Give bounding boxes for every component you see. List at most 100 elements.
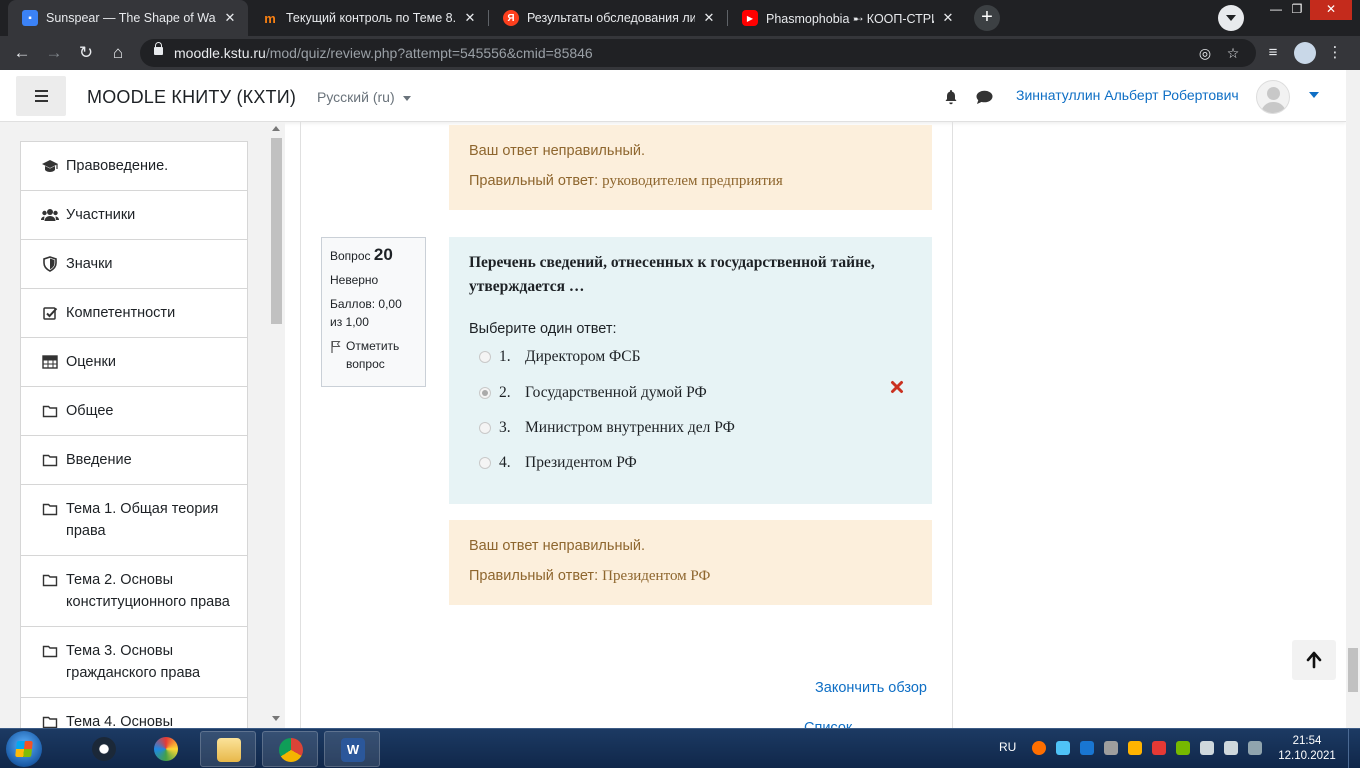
- hamburger-icon: [35, 90, 48, 92]
- address-bar[interactable]: moodle.kstu.ru/mod/quiz/review.php?attem…: [140, 39, 1256, 67]
- tray-app-icon[interactable]: [1152, 741, 1166, 755]
- page-scrollbar[interactable]: [1346, 70, 1360, 728]
- explorer-taskbar-button[interactable]: [200, 731, 256, 767]
- volume-icon[interactable]: [1200, 741, 1214, 755]
- tray-cloud-icon[interactable]: [1056, 741, 1070, 755]
- eye-off-icon[interactable]: ◎: [1196, 44, 1214, 62]
- folder-icon: [41, 640, 59, 662]
- tab-title: Текущий контроль по Теме 8.: п: [286, 11, 456, 25]
- star-icon[interactable]: ☆: [1224, 44, 1242, 62]
- taskbar-clock[interactable]: 21:54 12.10.2021: [1276, 734, 1338, 764]
- close-icon[interactable]: ✕: [462, 10, 478, 26]
- scroll-down-arrow[interactable]: [272, 716, 280, 721]
- home-button[interactable]: ⌂: [105, 40, 131, 66]
- nvidia-icon[interactable]: [1176, 741, 1190, 755]
- nav-drawer: Правоведение. Участники Значки Компетентнос…: [0, 122, 285, 728]
- profile-avatar[interactable]: [1294, 42, 1316, 64]
- answer-number: 3.: [499, 419, 511, 436]
- close-icon[interactable]: ✕: [940, 10, 956, 26]
- drawer-item[interactable]: Оценки: [21, 338, 247, 387]
- drawer-item[interactable]: Тема 4. Основы: [21, 698, 247, 728]
- close-window-button[interactable]: ✕: [1310, 0, 1352, 20]
- answer-radio[interactable]: [479, 422, 491, 434]
- url-text: moodle.kstu.ru/mod/quiz/review.php?attem…: [174, 45, 593, 61]
- caret-down-icon: [402, 95, 411, 101]
- show-desktop-button[interactable]: [1348, 729, 1360, 768]
- browser-tab-1[interactable]: ▪ Sunspear — The Shape of Wax ✕: [8, 0, 248, 36]
- network-icon[interactable]: [1224, 741, 1238, 755]
- tray-app-icon[interactable]: [1128, 741, 1142, 755]
- tab-title: Результаты обследования лица,: [527, 11, 695, 25]
- input-language[interactable]: RU: [999, 740, 1016, 754]
- incorrect-x-icon: [891, 381, 903, 393]
- answer-option[interactable]: 2. Государственной думой РФ: [479, 384, 707, 402]
- caret-down-icon[interactable]: [1309, 92, 1319, 98]
- flag-icon[interactable]: [1248, 741, 1262, 755]
- folder-icon: [41, 400, 59, 422]
- drawer-item[interactable]: Тема 1. Общая теория права: [21, 485, 247, 556]
- maximize-button[interactable]: ❐: [1286, 0, 1308, 20]
- flag-question-link[interactable]: Отметить вопрос: [330, 337, 417, 373]
- scroll-up-arrow[interactable]: [272, 126, 280, 131]
- users-icon: [41, 204, 59, 226]
- answer-radio[interactable]: [479, 457, 491, 469]
- folder-icon: [41, 498, 59, 520]
- reading-list-icon[interactable]: ≡: [1262, 42, 1284, 64]
- tray-app-icon[interactable]: [1080, 741, 1094, 755]
- close-icon[interactable]: ✕: [701, 10, 717, 26]
- drawer-toggle-button[interactable]: [16, 76, 66, 116]
- language-menu[interactable]: Русский (ru): [317, 89, 411, 105]
- word-taskbar-button[interactable]: W: [324, 731, 380, 767]
- tray-usb-icon[interactable]: [1104, 741, 1118, 755]
- forward-button[interactable]: →: [41, 40, 67, 66]
- close-icon[interactable]: ✕: [222, 10, 238, 26]
- chrome-icon: [279, 738, 303, 762]
- question-number: Вопрос 20: [330, 245, 393, 264]
- site-name-link[interactable]: MOODLE КНИТУ (КХТИ): [87, 87, 296, 108]
- new-tab-button[interactable]: +: [974, 5, 1000, 31]
- answer-option[interactable]: 4. Президентом РФ: [479, 454, 637, 472]
- tab-search-button[interactable]: [1218, 5, 1244, 31]
- drawer-item[interactable]: Компетентности: [21, 289, 247, 338]
- drawer-item[interactable]: Правоведение.: [21, 142, 247, 191]
- bell-icon[interactable]: [943, 89, 959, 105]
- menu-dots-icon[interactable]: ⋮: [1324, 42, 1346, 64]
- answer-radio[interactable]: [479, 387, 491, 399]
- user-menu-name[interactable]: Зиннатуллин Альберт Робертович: [1016, 87, 1239, 103]
- answer-option[interactable]: 1. Директором ФСБ: [479, 348, 641, 366]
- correct-answer: Правильный ответ: руководителем предприя…: [469, 173, 783, 189]
- browser-tab-4[interactable]: ▶ Phasmophobia ➸ КООП-СТРИМ ✕: [728, 0, 966, 36]
- drawer-item[interactable]: Введение: [21, 436, 247, 485]
- answer-radio[interactable]: [479, 351, 491, 363]
- answer-option[interactable]: 3. Министром внутренних дел РФ: [479, 419, 735, 437]
- drawer-scroll-thumb[interactable]: [271, 138, 282, 324]
- list-link[interactable]: Список: [804, 720, 852, 728]
- start-button[interactable]: [6, 731, 42, 767]
- reload-button[interactable]: ↻: [73, 40, 99, 66]
- drawer-item[interactable]: Тема 2. Основы конституционного права: [21, 556, 247, 627]
- folder-icon: [41, 711, 59, 728]
- chat-bubble-icon[interactable]: [976, 90, 993, 105]
- answer-number: 2.: [499, 384, 511, 401]
- steam-taskbar-button[interactable]: [76, 731, 132, 767]
- drawer-item[interactable]: Общее: [21, 387, 247, 436]
- user-avatar[interactable]: [1256, 80, 1290, 114]
- correct-answer: Правильный ответ: Президентом РФ: [469, 568, 711, 584]
- paint-taskbar-button[interactable]: [138, 731, 194, 767]
- page-scroll-thumb[interactable]: [1348, 648, 1358, 692]
- back-button[interactable]: ←: [9, 40, 35, 66]
- table-icon: [41, 351, 59, 373]
- drawer-item[interactable]: Участники: [21, 191, 247, 240]
- tray-app-icon[interactable]: [1032, 741, 1046, 755]
- minimize-button[interactable]: —: [1264, 0, 1288, 20]
- drawer-item[interactable]: Тема 3. Основы гражданского права: [21, 627, 247, 698]
- browser-tab-3[interactable]: Я Результаты обследования лица, ✕: [489, 0, 727, 36]
- finish-review-link[interactable]: Закончить обзор: [815, 680, 927, 696]
- chrome-taskbar-button[interactable]: [262, 731, 318, 767]
- folder-icon: [41, 449, 59, 471]
- drawer-item[interactable]: Значки: [21, 240, 247, 289]
- back-to-top-button[interactable]: [1292, 640, 1336, 680]
- clock-date: 12.10.2021: [1278, 750, 1336, 762]
- shield-icon: [41, 253, 59, 275]
- browser-tab-2[interactable]: m Текущий контроль по Теме 8.: п ✕: [248, 0, 488, 36]
